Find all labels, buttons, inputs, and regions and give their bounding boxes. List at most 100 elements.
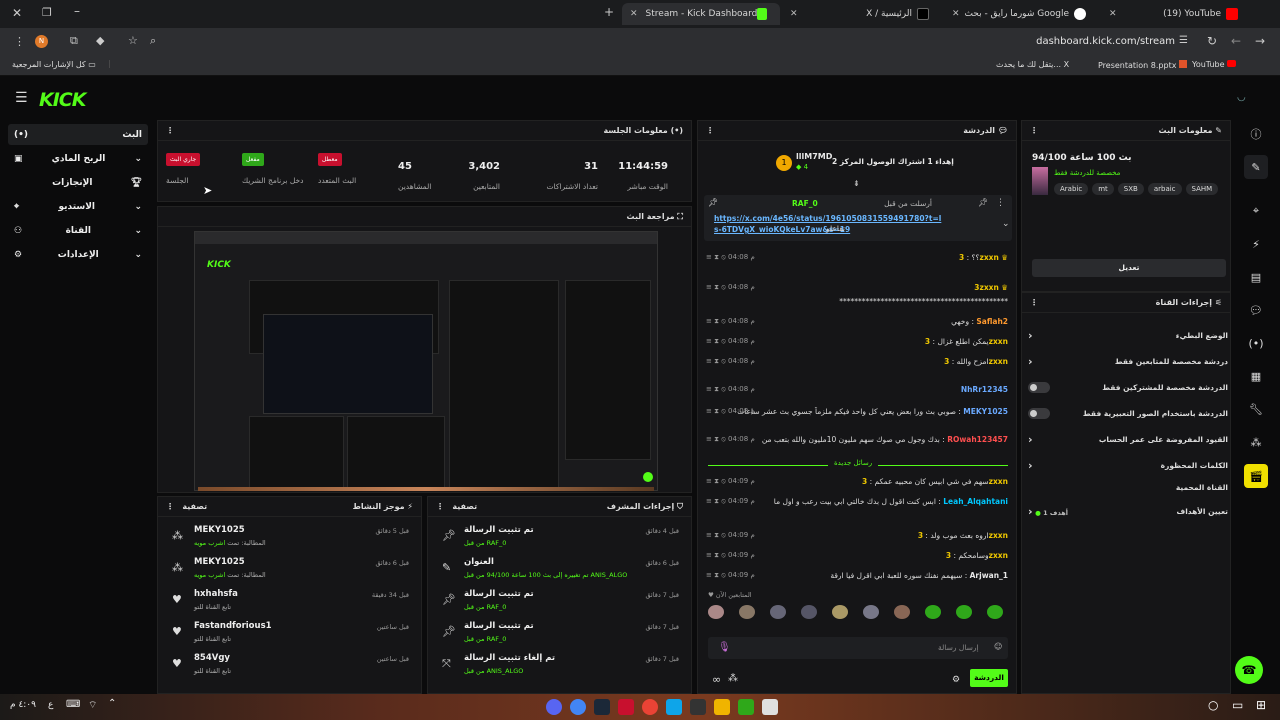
more-menu-icon[interactable]: ⋮ <box>166 502 174 511</box>
hamburger-menu-icon[interactable]: ☰ <box>15 90 28 106</box>
share-icon[interactable]: ⁂ <box>1244 430 1268 454</box>
emotes-only-toggle[interactable] <box>1028 407 1050 419</box>
mod-tools[interactable]: ≡ ⧗ ⦸ 04:09 م <box>706 477 755 486</box>
pinned-message[interactable]: ⋮ 📌︎ أرسلت من قبل RAF_0 📌︎ https://x.com… <box>704 195 1012 241</box>
more-menu-icon[interactable]: ⋮ <box>1030 298 1038 307</box>
more-menu-icon[interactable]: ⋮ <box>436 502 444 511</box>
action-emotes-only[interactable]: الدردشة باستخدام الصور التعبيرية فقط <box>1028 403 1228 423</box>
new-tab-icon[interactable]: + <box>604 5 614 19</box>
close-tab-icon[interactable]: ✕ <box>790 9 798 19</box>
more-menu-icon[interactable]: ⋮ <box>996 198 1005 208</box>
mod-tools[interactable]: ≡ ⧗ ⦸ 04:09 م <box>706 497 755 506</box>
tab-google-search[interactable]: ✕ شورما رايق - بحث Google <box>944 3 1099 25</box>
nav-studio[interactable]: ⌖ الاستديو ⌄ <box>8 196 148 217</box>
extensions-icon[interactable]: ⧉ <box>70 34 78 48</box>
nav-achievements[interactable]: الإنجازات 🏆︎ <box>8 172 148 193</box>
nav-channel[interactable]: ⚇ القناة ⌄ <box>8 220 148 241</box>
more-menu-icon[interactable]: ⋮ <box>1030 126 1038 135</box>
emote-icon[interactable]: ⁂ <box>728 673 738 684</box>
subscribers-only-toggle[interactable] <box>1028 381 1050 393</box>
chat-message[interactable]: ≡ ⧗ ⦸ 04:08 م ؟؟ : 3zxxn ♛ <box>706 253 1008 262</box>
edit-icon[interactable]: ✎ <box>1244 155 1268 179</box>
scroll-down-icon[interactable]: ⇟ <box>853 179 860 188</box>
chat-message[interactable]: ≡ ⧗ ⦸ 04:09 م ابس كنت اقول ل بدك خالتي ا… <box>706 497 1008 506</box>
avatar[interactable] <box>956 605 972 619</box>
edit-stream-button[interactable]: تعديل <box>1032 259 1226 277</box>
tag[interactable]: arbaic <box>1147 183 1182 195</box>
tag[interactable]: mt <box>1092 183 1114 195</box>
chrome-icon[interactable] <box>570 699 586 715</box>
action-subscribers-only[interactable]: الدردشة مخصصة للمشتركين فقط <box>1028 377 1228 397</box>
zoom-icon[interactable]: ⌕ <box>150 34 156 48</box>
back-icon[interactable]: → <box>1255 34 1265 48</box>
document-icon[interactable]: ▤ <box>1244 265 1268 289</box>
tag[interactable]: Arabic <box>1054 183 1089 195</box>
nav-monetization[interactable]: ▣ الربح المادي ⌄ <box>8 148 148 169</box>
bookmark-star-icon[interactable]: ☆ <box>128 34 138 47</box>
message-user[interactable]: MEKY1025 <box>963 407 1008 416</box>
chat-message[interactable]: ≡ ⧗ ⦸ 04:08 م بدك وجول مي صوك سهم مليون … <box>706 435 1008 444</box>
avatar[interactable] <box>894 605 910 619</box>
close-window-icon[interactable]: ✕ <box>12 6 22 20</box>
action-protected-channel[interactable]: القناة المحمية <box>1028 477 1228 497</box>
close-tab-icon[interactable]: ✕ <box>1109 9 1117 19</box>
action-followers-only[interactable]: › دردشة مخصصة للمتابعين فقط <box>1028 351 1228 371</box>
mod-tools[interactable]: ≡ ⧗ ⦸ 04:08 م <box>706 435 755 444</box>
emoji-icon[interactable]: ☺ <box>994 642 1002 651</box>
mod-tools[interactable]: ≡ ⧗ ⦸ 04:08 م <box>706 357 755 366</box>
filter-button[interactable]: تصفية <box>452 502 477 511</box>
more-menu-icon[interactable]: ⋮ <box>706 126 714 135</box>
chat-icon[interactable]: 💬︎ <box>1244 298 1268 322</box>
capcut-icon[interactable] <box>762 699 778 715</box>
mod-tools[interactable]: ≡ ⧗ ⦸ 04:08 م <box>706 253 755 262</box>
tag[interactable]: SXB <box>1117 183 1144 195</box>
kick-logo[interactable]: KICK <box>39 89 86 111</box>
mod-tools[interactable]: ≡ ⧗ ⦸ 04:08 م <box>706 317 755 326</box>
mod-tools[interactable]: ≡ ⧗ ⦸ 04:08 م <box>706 385 755 394</box>
message-user[interactable]: NhRr12345 <box>961 385 1008 394</box>
nav-settings[interactable]: ⚙ الإعدادات ⌄ <box>8 244 148 265</box>
gear-icon[interactable]: ⚙ <box>952 675 960 685</box>
chat-message[interactable]: ≡ ⧗ ⦸ 04:08 م NhRr12345 <box>706 385 1008 394</box>
avatar[interactable] <box>801 605 817 619</box>
search-icon[interactable]: ○ <box>1208 698 1218 712</box>
reload-icon[interactable]: ↻ <box>1207 34 1217 48</box>
menu-dots-icon[interactable]: ⋮ <box>14 35 25 48</box>
action-set-goals[interactable]: › ● أهدف 1 تعيين الأهداف <box>1028 501 1228 521</box>
task-view-icon[interactable]: ▭ <box>1232 698 1243 712</box>
message-user[interactable]: ROwah123457 <box>947 435 1008 444</box>
tab-youtube[interactable]: ✕ (19) YouTube <box>1101 3 1251 25</box>
chat-message[interactable]: ≡ ⧗ ⦸ 04:09 م اروه بعث موب ولد : 3zxxn <box>706 531 1008 540</box>
start-icon[interactable]: ⊞ <box>1256 698 1266 712</box>
tray-chevron-icon[interactable]: ⌃ <box>108 698 116 709</box>
chat-message[interactable]: ≡ ⧗ ⦸ 04:08 م يمكن اطلع غزال : 3zxxn <box>706 337 1008 346</box>
avatar[interactable] <box>739 605 755 619</box>
mod-tools[interactable]: ≡ ⧗ ⦸ 04:08 م <box>706 407 755 416</box>
mod-tools[interactable]: ≡ ⧗ ⦸ 04:09 م <box>706 571 755 580</box>
chat-message[interactable]: ≡ ⧗ ⦸ 04:08 م صوبي بث ورا بعض يعني كل وا… <box>706 407 1008 416</box>
language-indicator[interactable]: ع <box>48 700 53 710</box>
support-chat-icon[interactable]: ☎ <box>1235 656 1263 684</box>
avatar[interactable] <box>987 605 1003 619</box>
mod-tools[interactable]: ≡ ⧗ ⦸ 04:09 م <box>706 531 755 540</box>
nav-stream[interactable]: (•) البث <box>8 124 148 145</box>
site-settings-icon[interactable]: ☰ <box>1179 35 1188 46</box>
minimize-window-icon[interactable]: – <box>74 4 80 18</box>
keyboard-icon[interactable]: ⌨ <box>66 699 80 710</box>
avatar[interactable] <box>770 605 786 619</box>
pin-icon[interactable]: 📌︎ <box>978 198 988 207</box>
wifi-icon[interactable]: ⌔ <box>88 699 97 712</box>
tab-kick-dashboard[interactable]: ✕ Stream - Kick Dashboard <box>622 3 780 25</box>
action-slow-mode[interactable]: › الوضع البطيء <box>1028 325 1228 345</box>
more-menu-icon[interactable]: ⋮ <box>166 126 174 135</box>
explorer-icon[interactable] <box>714 699 730 715</box>
chat-message[interactable]: ≡ ⧗ ⦸ 04:09 م وسامحكم : 3zxxn <box>706 551 1008 560</box>
clapper-icon[interactable]: 🎬︎ <box>1244 464 1268 488</box>
tag[interactable]: SAHM <box>1185 183 1219 195</box>
chat-input[interactable]: 🎙︎ إرسال رسالة ☺ <box>708 637 1008 659</box>
discord-icon[interactable] <box>546 699 562 715</box>
green-app-icon[interactable] <box>738 699 754 715</box>
action-banned-words[interactable]: › الكلمات المحظورة <box>1028 455 1228 475</box>
info-icon[interactable]: ⓘ <box>1244 122 1268 146</box>
send-chat-button[interactable]: الدردشة <box>970 669 1008 687</box>
